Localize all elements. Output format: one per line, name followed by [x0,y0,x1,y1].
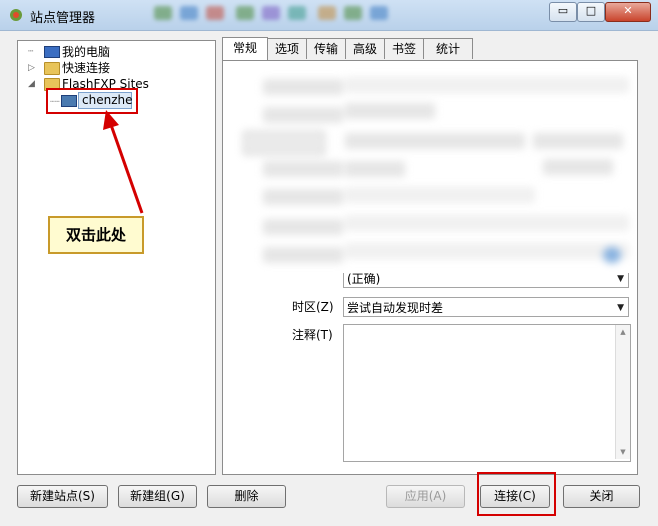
notes-scrollbar[interactable]: ▲ ▼ [615,325,630,459]
chevron-down-icon: ▼ [617,303,624,313]
app-icon [10,9,22,21]
tree-line-icon: ┄┄ [50,97,60,106]
maximize-button[interactable]: □ [577,2,605,22]
tab-general[interactable]: 常规 [222,37,268,60]
annotation-callout: 双击此处 [48,216,144,254]
timezone-select[interactable]: 尝试自动发现时差 ▼ [343,297,629,317]
select-value: (正确) [347,272,381,286]
close-window-button[interactable]: ✕ [605,2,651,22]
site-icon [61,95,77,107]
scroll-up-icon[interactable]: ▲ [616,328,630,336]
notes-textarea[interactable]: ▲ ▼ [343,324,631,462]
tab-options[interactable]: 选项 [267,38,307,59]
connect-highlight-box [477,472,556,516]
delete-button[interactable]: 删除 [207,485,286,508]
blurred-toolbar [150,4,530,24]
tab-bookmarks[interactable]: 书签 [384,38,424,59]
window-title: 站点管理器 [30,11,96,26]
new-group-button[interactable]: 新建组(G) [118,485,197,508]
notes-label: 注释(T) [292,328,333,342]
tree-item-label: 快速连接 [62,61,111,75]
collapse-icon[interactable]: ◢ [28,76,38,92]
scroll-down-icon[interactable]: ▼ [616,448,630,456]
blurred-form-area [223,61,637,286]
new-site-button[interactable]: 新建站点(S) [17,485,108,508]
tab-statistics[interactable]: 统计 [423,38,473,59]
apply-button[interactable]: 应用(A) [386,485,465,508]
tab-transfer[interactable]: 传输 [306,38,346,59]
close-button[interactable]: 关闭 [563,485,640,508]
computer-icon [44,46,60,58]
expand-icon[interactable]: ▷ [28,60,38,76]
tree-item-label: chenzhe [82,93,133,107]
timezone-value: 尝试自动发现时差 [347,301,444,315]
timezone-label: 时区(Z) [292,300,334,314]
tree-item-label: 我的电脑 [62,45,111,59]
selected-highlight: chenzhe [78,92,132,109]
tree-line-icon: ┄ [28,47,34,57]
minimize-button[interactable]: ▭ [549,2,577,22]
annotation-arrow-icon [103,110,144,214]
folder-icon [44,62,60,75]
tab-advanced[interactable]: 高级 [345,38,385,59]
title-bar: 站点管理器 ▭ □ ✕ [0,0,658,31]
